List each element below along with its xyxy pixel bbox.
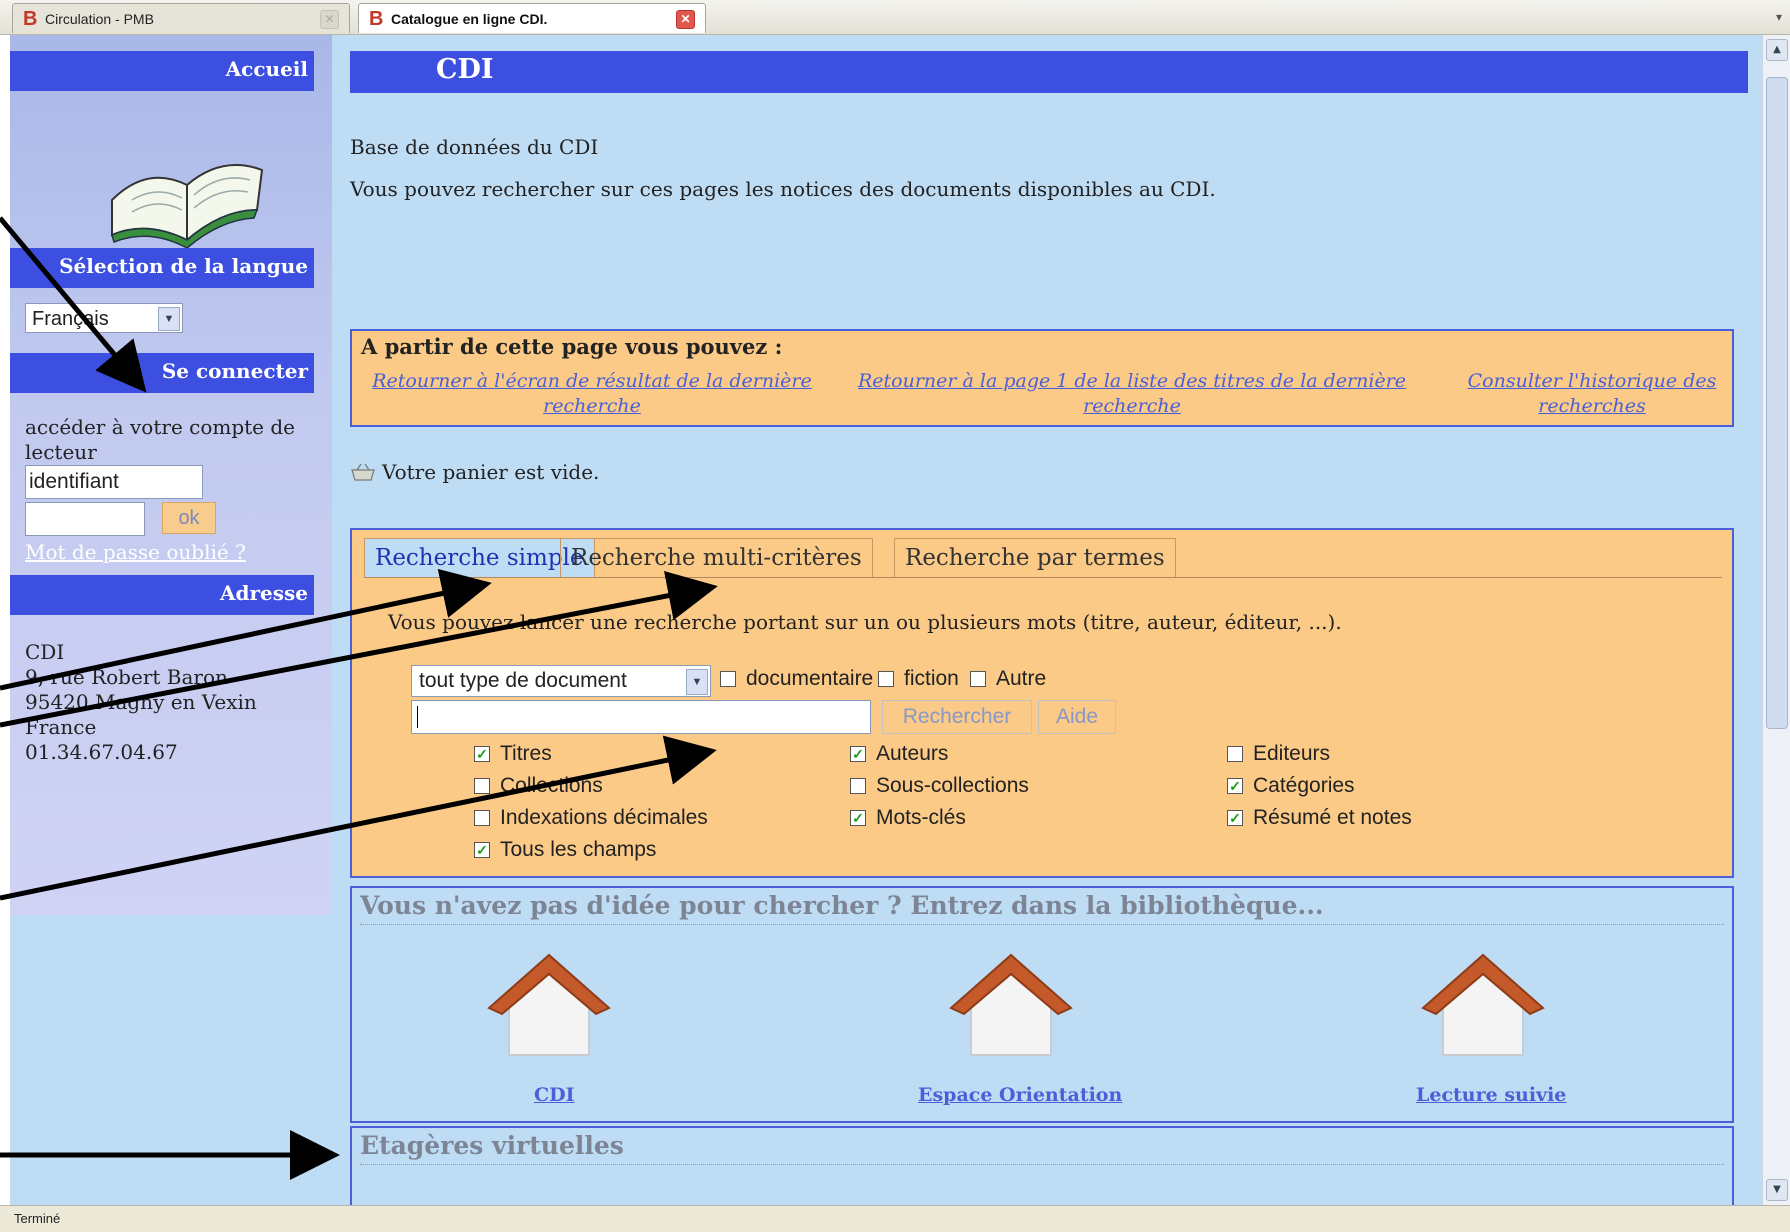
annotation-arrow (0, 571, 718, 728)
annotation-arrow (0, 216, 147, 393)
annotation-arrow (0, 568, 492, 691)
vertical-scrollbar[interactable]: ▲ ▼ (1762, 35, 1790, 1205)
scrollbar-thumb[interactable] (1766, 77, 1788, 729)
annotation-arrows (0, 216, 718, 1180)
scroll-up-icon[interactable]: ▲ (1766, 39, 1788, 61)
scroll-down-icon[interactable]: ▼ (1766, 1179, 1788, 1201)
annotation-arrow (0, 735, 717, 901)
tab-list-icon[interactable]: ▾ (1776, 10, 1782, 24)
browser-status-bar: Terminé (0, 1205, 1790, 1232)
status-text: Terminé (14, 1211, 61, 1226)
